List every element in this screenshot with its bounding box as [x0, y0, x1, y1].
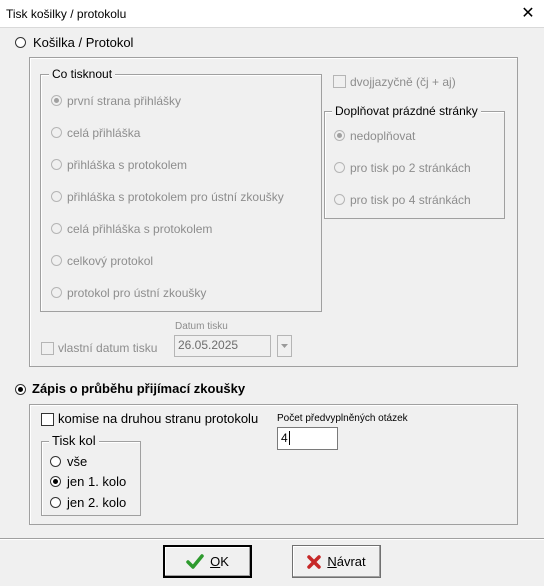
datum-tisku-value: 26.05.2025 [178, 338, 239, 352]
checkbox-dvojjazycne-label: dvojjazyčně (čj + aj) [350, 75, 456, 89]
option-label: celá přihláška [67, 126, 141, 140]
tisk-kol-legend: Tisk kol [49, 433, 99, 448]
ok-button-label: OK [210, 554, 229, 569]
option-label: protokol pro ústní zkoušky [67, 286, 207, 300]
radio-celkovy-protokol[interactable] [51, 255, 62, 266]
chevron-down-icon [281, 344, 288, 348]
radio-tisk-po-4[interactable] [334, 194, 345, 205]
checkmark-icon [186, 553, 204, 569]
cancel-button-label: Návrat [327, 554, 366, 569]
radio-prihlaska-protokol-ustni[interactable] [51, 191, 62, 202]
close-button[interactable]: ✕ [512, 0, 544, 28]
pocet-otazek-input[interactable]: 4 [277, 427, 338, 450]
checkbox-komise[interactable] [41, 413, 54, 426]
ok-button[interactable]: OK [163, 545, 252, 578]
radio-zapis-label[interactable]: Zápis o průběhu přijímací zkoušky [32, 381, 245, 396]
checkbox-dvojjazycne[interactable] [333, 75, 346, 88]
radio-prvni-strana[interactable] [51, 95, 62, 106]
option-label: celá přihláška s protokolem [67, 222, 213, 236]
checkbox-vlastni-datum[interactable] [41, 342, 54, 355]
radio-protokol-ustni[interactable] [51, 287, 62, 298]
option-label: pro tisk po 4 stránkách [350, 193, 471, 207]
title-bar: Tisk košilky / protokolu ✕ [0, 0, 544, 28]
radio-nedoplnovat[interactable] [334, 130, 345, 141]
pocet-otazek-value: 4 [281, 431, 288, 445]
pocet-otazek-label: Počet předvyplněných otázek [277, 413, 408, 424]
option-label: celkový protokol [67, 254, 154, 268]
option-label: jen 2. kolo [67, 495, 127, 510]
co-tisknout-legend: Co tisknout [49, 67, 116, 81]
radio-kosilka[interactable] [15, 37, 26, 48]
radio-cela-prihlaska[interactable] [51, 127, 62, 138]
checkbox-komise-label: komise na druhou stranu protokolu [58, 411, 259, 426]
datum-tisku-label: Datum tisku [175, 321, 228, 332]
window-title: Tisk košilky / protokolu [6, 7, 127, 21]
option-label: jen 1. kolo [67, 474, 127, 489]
option-label: vše [67, 454, 88, 469]
radio-vse[interactable] [50, 456, 61, 467]
cancel-button[interactable]: Návrat [292, 545, 381, 578]
checkbox-vlastni-datum-label: vlastní datum tisku [58, 341, 158, 355]
radio-jen-2-kolo[interactable] [50, 497, 61, 508]
radio-zapis[interactable] [15, 384, 26, 395]
option-label: nedoplňovat [350, 129, 416, 143]
option-label: přihláška s protokolem pro ústní zkoušky [67, 190, 284, 204]
radio-tisk-po-2[interactable] [334, 162, 345, 173]
cross-icon [307, 554, 322, 569]
radio-kosilka-label[interactable]: Košilka / Protokol [33, 35, 133, 50]
option-label: přihláška s protokolem [67, 158, 188, 172]
doplnovat-legend: Doplňovat prázdné stránky [332, 104, 481, 118]
close-icon: ✕ [521, 5, 535, 22]
option-label: první strana přihlášky [67, 94, 182, 108]
option-label: pro tisk po 2 stránkách [350, 161, 471, 175]
footer-separator [0, 538, 544, 540]
radio-cela-prihlaska-protokol[interactable] [51, 223, 62, 234]
radio-jen-1-kolo[interactable] [50, 476, 61, 487]
datum-tisku-input[interactable]: 26.05.2025 [174, 335, 271, 357]
radio-prihlaska-protokol[interactable] [51, 159, 62, 170]
datum-dropdown-button[interactable] [277, 335, 292, 357]
